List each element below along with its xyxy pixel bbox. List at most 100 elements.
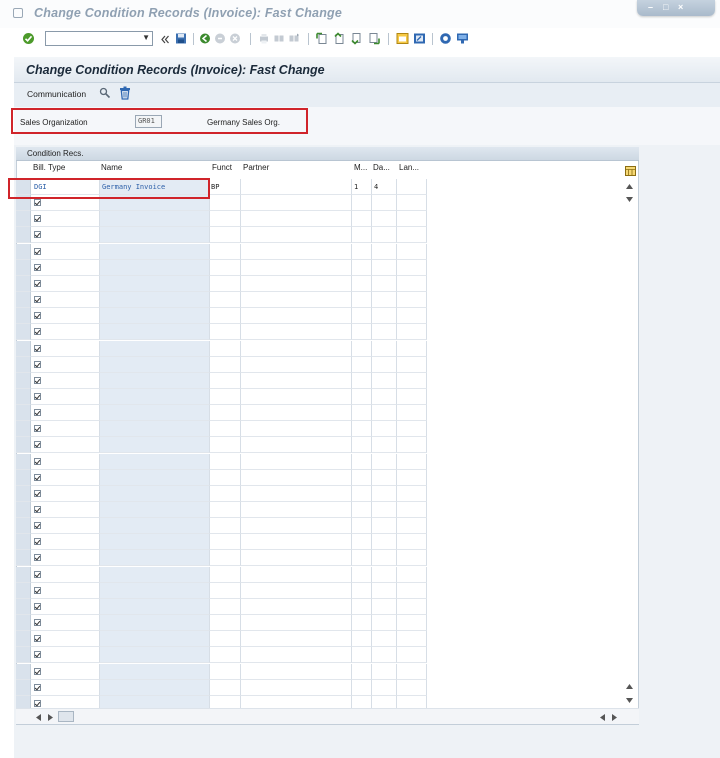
bill-type-cell[interactable] [31,485,100,502]
magnifier-icon[interactable] [99,87,111,99]
partner-cell[interactable] [241,469,352,486]
table-row[interactable] [16,324,427,341]
row-checkbox-icon[interactable] [34,392,41,400]
table-row[interactable] [16,615,427,632]
minimize-icon[interactable]: – [648,2,653,12]
name-cell[interactable] [100,615,210,632]
row-checkbox-icon[interactable] [34,667,41,675]
row-selector[interactable] [16,388,31,405]
row-checkbox-icon[interactable] [34,312,41,320]
lan-cell[interactable] [397,405,427,422]
bill-type-cell[interactable] [31,615,100,632]
m-cell[interactable] [352,534,372,551]
m-cell[interactable] [352,663,372,680]
funct-cell[interactable] [210,324,241,341]
da-cell[interactable] [372,259,397,276]
partner-cell[interactable] [241,485,352,502]
partner-cell[interactable] [241,534,352,551]
row-checkbox-icon[interactable] [34,344,41,352]
table-row[interactable] [16,485,427,502]
name-cell[interactable] [100,259,210,276]
funct-cell[interactable] [210,292,241,309]
da-cell[interactable] [372,195,397,212]
cancel-icon[interactable] [229,32,241,45]
lan-cell[interactable] [397,243,427,260]
scroll-right-icon[interactable] [612,714,617,721]
row-checkbox-icon[interactable] [34,506,41,513]
partner-cell[interactable] [241,259,352,276]
lan-cell[interactable] [397,615,427,632]
m-cell[interactable] [352,324,372,341]
vertical-scrollbar[interactable] [623,180,636,707]
funct-cell[interactable] [210,372,241,389]
row-selector[interactable] [16,292,31,309]
row-selector[interactable] [16,582,31,599]
funct-cell[interactable] [210,615,241,632]
m-cell[interactable] [352,195,372,212]
da-cell[interactable] [372,453,397,470]
lan-cell[interactable] [397,259,427,276]
bill-type-cell[interactable] [31,437,100,454]
table-row[interactable] [16,631,427,648]
partner-cell[interactable] [241,679,352,696]
row-checkbox-icon[interactable] [34,570,41,578]
m-cell[interactable] [352,518,372,535]
table-row[interactable] [16,372,427,389]
funct-cell[interactable] [210,679,241,696]
name-cell[interactable] [100,324,210,341]
m-cell[interactable] [352,405,372,422]
partner-cell[interactable] [241,518,352,535]
partner-cell[interactable] [241,405,352,422]
m-cell[interactable] [352,598,372,615]
lan-cell[interactable] [397,437,427,454]
table-row[interactable] [16,550,427,567]
bill-type-cell[interactable] [31,421,100,438]
bill-type-cell[interactable] [31,292,100,309]
name-cell[interactable] [100,453,210,470]
lan-cell[interactable] [397,566,427,583]
partner-cell[interactable] [241,227,352,244]
lan-cell[interactable] [397,518,427,535]
row-selector[interactable] [16,340,31,357]
table-row[interactable] [16,421,427,438]
partner-cell[interactable] [241,308,352,325]
da-cell[interactable] [372,615,397,632]
m-cell[interactable] [352,388,372,405]
m-cell[interactable] [352,647,372,664]
m-cell[interactable] [352,615,372,632]
close-icon[interactable]: × [678,2,683,12]
next-page-icon[interactable] [350,32,363,45]
da-cell[interactable] [372,485,397,502]
scroll-up-icon[interactable] [626,184,633,189]
funct-cell[interactable] [210,308,241,325]
lan-cell[interactable] [397,340,427,357]
funct-cell[interactable] [210,405,241,422]
row-selector[interactable] [16,243,31,260]
new-session-icon[interactable] [396,32,409,45]
lan-cell[interactable] [397,453,427,470]
column-header-da[interactable]: Da... [373,163,390,177]
da-cell[interactable] [372,582,397,599]
funct-cell[interactable]: BP [210,179,241,195]
table-row[interactable] [16,243,427,260]
last-page-icon[interactable] [367,32,380,45]
partner-cell[interactable] [241,292,352,309]
scroll-up-icon[interactable] [626,684,633,689]
name-cell[interactable] [100,405,210,422]
lan-cell[interactable] [397,631,427,648]
name-cell[interactable] [100,518,210,535]
m-cell[interactable] [352,292,372,309]
column-header-bill-type[interactable]: Bill. Type [33,163,65,177]
funct-cell[interactable] [210,663,241,680]
funct-cell[interactable] [210,631,241,648]
partner-cell[interactable] [241,453,352,470]
funct-cell[interactable] [210,550,241,567]
partner-cell[interactable] [241,663,352,680]
m-cell[interactable] [352,275,372,292]
m-cell[interactable] [352,259,372,276]
da-cell[interactable] [372,275,397,292]
table-row[interactable] [16,518,427,535]
da-cell[interactable] [372,631,397,648]
da-cell[interactable] [372,308,397,325]
lan-cell[interactable] [397,421,427,438]
